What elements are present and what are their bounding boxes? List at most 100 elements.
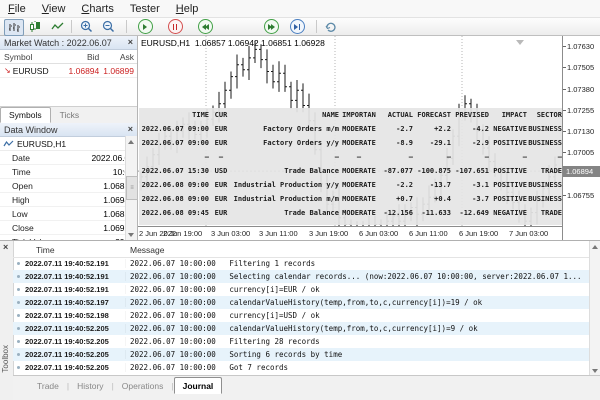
calendar-cell: -3.1 bbox=[451, 181, 489, 189]
calendar-cell: PREVISED bbox=[451, 111, 489, 119]
current-price-box: 1.06894 bbox=[563, 166, 600, 177]
play-button[interactable] bbox=[136, 19, 154, 34]
calendar-cell: -8.9 bbox=[379, 139, 413, 147]
calendar-cell: +0.4 bbox=[413, 195, 451, 203]
data-window-row-date: Date2022.06.07 bbox=[0, 151, 137, 165]
tab-ticks[interactable]: Ticks bbox=[51, 107, 89, 123]
col-time[interactable]: Time bbox=[36, 245, 55, 255]
calendar-cell: Trade Balance bbox=[233, 209, 339, 217]
toolbar: Skip to 2022.07.10 00:00 bbox=[0, 18, 600, 36]
menu-item-charts[interactable]: Charts bbox=[73, 2, 121, 16]
rewind-button[interactable] bbox=[196, 19, 214, 34]
candlestick-button[interactable] bbox=[26, 19, 44, 34]
col-message[interactable]: Message bbox=[130, 245, 165, 255]
calendar-cell: EUR bbox=[209, 195, 233, 203]
market-watch-tabs: SymbolsTicks bbox=[0, 106, 137, 123]
log-time: 2022.07.11 19:40:52.198 bbox=[25, 311, 120, 320]
menu-item-help[interactable]: Help bbox=[168, 2, 207, 16]
field-label: Low bbox=[0, 209, 70, 219]
chart-canvas[interactable]: TIMECURNAMEIMPORTANACTUALFORECASTPREVISE… bbox=[138, 36, 562, 226]
scrollbar-thumb[interactable]: ≡ bbox=[126, 176, 138, 200]
calendar-cell: NAME bbox=[233, 111, 339, 119]
candlestick-icon bbox=[29, 21, 41, 33]
close-icon[interactable]: × bbox=[128, 125, 133, 134]
zoom-in-button[interactable] bbox=[77, 19, 95, 34]
journal-row[interactable]: 2022.07.11 19:40:52.1912022.06.07 10:00:… bbox=[13, 257, 590, 270]
time-tick-label: 6 Jun 03:00 bbox=[359, 229, 398, 238]
calendar-cell: +0.7 bbox=[379, 195, 413, 203]
log-message: 2022.06.07 10:00:00 calendarValueHistory… bbox=[125, 324, 590, 333]
bar-chart-button[interactable] bbox=[4, 19, 24, 36]
calendar-event-row: 2022.06.08 09:00EURIndustrial Production… bbox=[139, 192, 562, 206]
journal-row[interactable]: 2022.07.11 19:40:52.2052022.06.07 10:00:… bbox=[13, 348, 590, 361]
menu-item-file[interactable]: File bbox=[0, 2, 34, 16]
calendar-cell: POSITIVE bbox=[489, 195, 527, 203]
col-symbol[interactable]: Symbol bbox=[0, 52, 62, 62]
tab-history[interactable]: History bbox=[69, 378, 111, 393]
calendar-event-row: 2022.06.07 15:30USDTrade BalanceMODERATE… bbox=[139, 164, 562, 178]
zoom-out-button[interactable] bbox=[99, 19, 117, 34]
mt5-tester-window: FileViewChartsTesterHelp bbox=[0, 0, 600, 400]
journal-row[interactable]: 2022.07.11 19:40:52.1912022.06.07 10:00:… bbox=[13, 283, 590, 296]
calendar-cell: NEGATIVE bbox=[489, 125, 527, 133]
skip-to-end-button[interactable] bbox=[288, 19, 306, 34]
toolbox-label: Toolbox bbox=[1, 345, 10, 373]
calendar-cell: – bbox=[527, 153, 562, 161]
journal-row[interactable]: 2022.07.11 19:40:52.1912022.06.07 10:00:… bbox=[13, 270, 590, 283]
close-icon[interactable]: × bbox=[3, 242, 8, 252]
calendar-cell: Industrial Production y/y bbox=[233, 181, 339, 189]
log-bullet-icon bbox=[17, 366, 20, 369]
tab-symbols[interactable]: Symbols bbox=[0, 107, 51, 123]
menu-item-view[interactable]: View bbox=[34, 2, 74, 16]
log-time: 2022.07.11 19:40:52.197 bbox=[25, 298, 120, 307]
repeat-button[interactable] bbox=[322, 19, 340, 34]
price-tick-label: 1.07005 bbox=[567, 148, 594, 157]
time-tick-label: 3 Jun 11:00 bbox=[259, 229, 298, 238]
calendar-cell: 2022.06.08 09:00 bbox=[139, 195, 209, 203]
data-window-scrollbar[interactable]: ≡ bbox=[125, 136, 137, 240]
journal-row[interactable]: 2022.07.11 19:40:52.1972022.06.07 10:00:… bbox=[13, 296, 590, 309]
calendar-cell: -3.7 bbox=[451, 195, 489, 203]
journal-row[interactable]: 2022.07.11 19:40:52.1982022.06.07 10:00:… bbox=[13, 309, 590, 322]
log-message: 2022.06.07 10:00:00 Selecting calendar r… bbox=[125, 272, 590, 281]
tab-journal[interactable]: Journal bbox=[174, 377, 223, 394]
calendar-cell: Factory Orders y/y bbox=[233, 139, 339, 147]
log-message: 2022.06.07 10:00:00 Filtering 1 records bbox=[125, 259, 590, 268]
calendar-cell: -12.649 bbox=[451, 209, 489, 217]
calendar-cell: EUR bbox=[209, 125, 233, 133]
scroll-up-icon[interactable] bbox=[590, 241, 599, 252]
pause-button[interactable] bbox=[166, 19, 184, 34]
calendar-cell: POSITIVE bbox=[489, 181, 527, 189]
calendar-cell: POSITIVE bbox=[489, 167, 527, 175]
calendar-cell: BUSINESS bbox=[527, 139, 562, 147]
journal-scrollbar[interactable] bbox=[589, 241, 600, 376]
scroll-up-icon[interactable] bbox=[126, 136, 136, 147]
tab-operations[interactable]: Operations bbox=[114, 378, 172, 393]
journal-row[interactable]: 2022.07.11 19:40:52.2052022.06.07 10:00:… bbox=[13, 361, 590, 374]
tab-trade[interactable]: Trade bbox=[29, 378, 67, 393]
field-label: Close bbox=[0, 223, 70, 233]
market-watch-column-headers: Symbol Bid Ask bbox=[0, 50, 137, 64]
calendar-cell: – bbox=[489, 153, 527, 161]
rewind-icon bbox=[198, 19, 213, 34]
scroll-down-icon[interactable] bbox=[126, 229, 136, 240]
symbol-row-eurusd[interactable]: ↘ EURUSD 1.06894 1.06899 bbox=[0, 64, 137, 78]
journal-row[interactable]: 2022.07.11 19:40:52.2052022.06.07 10:00:… bbox=[13, 322, 590, 335]
col-ask[interactable]: Ask bbox=[99, 52, 137, 62]
log-bullet-icon bbox=[17, 288, 20, 291]
calendar-cell: BUSINESS bbox=[527, 125, 562, 133]
calendar-event-row: 2022.06.07 09:00EURFactory Orders y/yMOD… bbox=[139, 136, 562, 150]
journal-row[interactable]: 2022.07.11 19:40:52.2052022.06.07 10:00:… bbox=[13, 335, 590, 348]
menu-item-tester[interactable]: Tester bbox=[122, 2, 168, 16]
time-tick-label: 7 Jun 03:00 bbox=[509, 229, 548, 238]
line-chart-button[interactable] bbox=[48, 19, 66, 34]
pause-icon bbox=[168, 19, 183, 34]
instrument-row[interactable]: EURUSD,H1 bbox=[0, 137, 137, 151]
calendar-cell: CUR bbox=[209, 111, 233, 119]
close-icon[interactable]: × bbox=[128, 38, 133, 47]
col-bid[interactable]: Bid bbox=[62, 52, 100, 62]
menu-bar: FileViewChartsTesterHelp bbox=[0, 0, 600, 18]
calendar-cell: FORECAST bbox=[413, 111, 451, 119]
calendar-cell: 2022.06.07 09:00 bbox=[139, 139, 209, 147]
fast-forward-button[interactable] bbox=[262, 19, 280, 34]
